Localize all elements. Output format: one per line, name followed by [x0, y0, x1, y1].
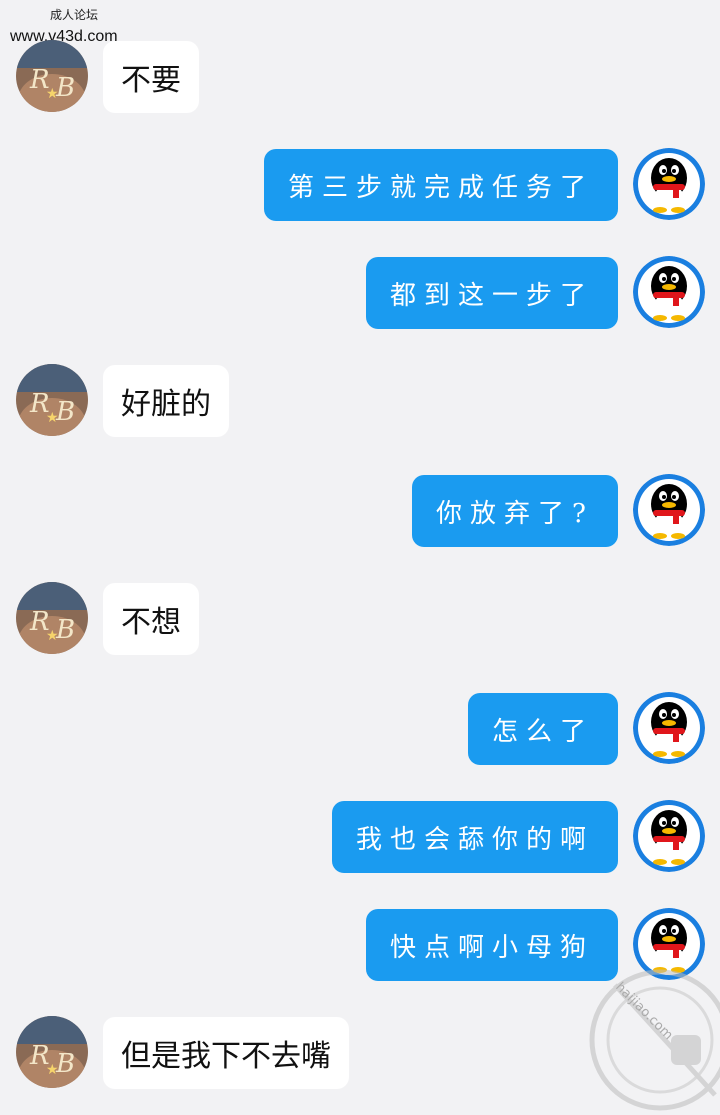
- message-bubble-sent[interactable]: 怎么了: [467, 693, 618, 765]
- message-bubble-sent[interactable]: 都到这一步了: [365, 257, 618, 329]
- message-row-sent: 都到这一步了: [0, 256, 720, 330]
- message-text: 快点啊小母狗: [389, 932, 594, 963]
- qq-penguin-avatar[interactable]: [633, 148, 705, 220]
- svg-text:★: ★: [46, 1062, 59, 1078]
- message-text: 不想: [121, 605, 181, 640]
- svg-text:★: ★: [46, 628, 59, 644]
- message-row-sent: 怎么了: [0, 692, 720, 766]
- message-row-sent: 你放弃了?: [0, 474, 720, 548]
- qq-penguin-avatar[interactable]: [633, 692, 705, 764]
- message-text: 不要: [121, 63, 181, 98]
- message-bubble-sent[interactable]: 你放弃了?: [412, 475, 618, 547]
- contact-avatar[interactable]: R B ★: [16, 40, 88, 112]
- message-row-received: R B ★ 不要: [0, 40, 720, 114]
- message-bubble-sent[interactable]: 快点啊小母狗: [365, 909, 618, 981]
- message-text: 但是我下不去嘴: [121, 1039, 331, 1074]
- message-bubble-received[interactable]: 但是我下不去嘴: [103, 1017, 349, 1089]
- watermark-stamp-icon: [589, 969, 720, 1111]
- message-text: 好脏的: [121, 387, 211, 422]
- message-text: 都到这一步了: [389, 280, 594, 311]
- message-text: 你放弃了?: [436, 498, 594, 529]
- contact-avatar[interactable]: R B ★: [16, 582, 88, 654]
- message-text: 怎么了: [491, 716, 594, 747]
- message-text: 我也会舔你的啊: [355, 824, 594, 855]
- contact-avatar[interactable]: R B ★: [16, 364, 88, 436]
- message-bubble-received[interactable]: 不要: [103, 41, 199, 113]
- svg-text:★: ★: [46, 410, 59, 426]
- chat-thread: R B ★ 不要 第三步就完成任务了 都到这一步了 R B ★ 好脏的 你放弃了…: [0, 0, 720, 1115]
- message-row-received: R B ★ 不想: [0, 582, 720, 656]
- message-text: 第三步就完成任务了: [287, 172, 594, 203]
- qq-penguin-avatar[interactable]: [633, 256, 705, 328]
- message-bubble-received[interactable]: 不想: [103, 583, 199, 655]
- message-bubble-sent[interactable]: 第三步就完成任务了: [263, 149, 618, 221]
- qq-penguin-avatar[interactable]: [633, 800, 705, 872]
- svg-text:★: ★: [46, 86, 59, 102]
- qq-penguin-avatar[interactable]: [633, 474, 705, 546]
- message-bubble-sent[interactable]: 我也会舔你的啊: [331, 801, 618, 873]
- contact-avatar[interactable]: R B ★: [16, 1016, 88, 1088]
- message-row-sent: 我也会舔你的啊: [0, 800, 720, 874]
- message-row-received: R B ★ 好脏的: [0, 364, 720, 438]
- message-row-sent: 第三步就完成任务了: [0, 148, 720, 222]
- message-bubble-received[interactable]: 好脏的: [103, 365, 229, 437]
